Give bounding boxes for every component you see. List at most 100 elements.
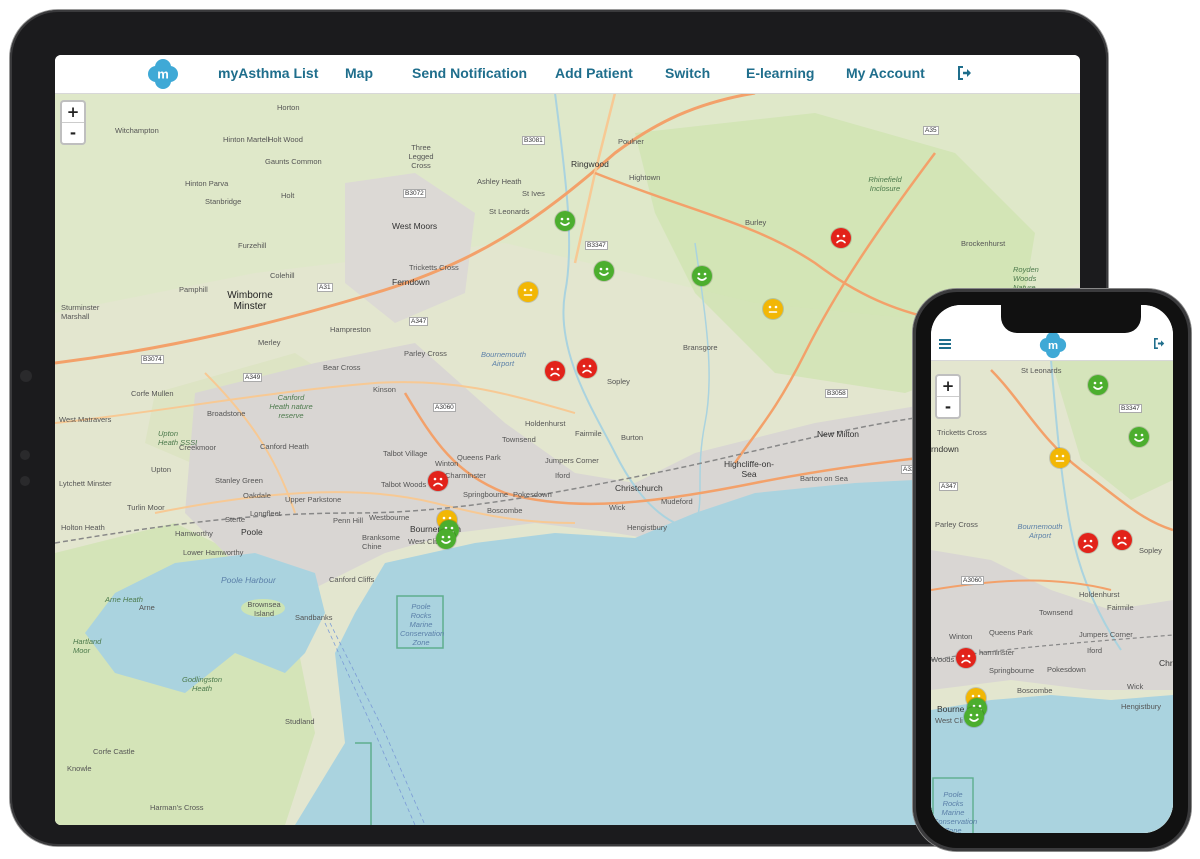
map-label: Holdenhurst xyxy=(525,419,566,428)
map-label: West Cli xyxy=(935,716,963,725)
map-label: Upton xyxy=(151,465,172,474)
nav-e-learning[interactable]: E-learning xyxy=(746,65,814,81)
poor-face-icon xyxy=(961,654,971,664)
good-face-icon xyxy=(969,713,979,722)
map-label: Queens Park xyxy=(989,628,1033,637)
map-label: Turlin Moor xyxy=(127,503,165,512)
road-label: B3074 xyxy=(141,355,164,364)
map-label: Hamworthy xyxy=(175,529,213,538)
map-label: Pokesdown xyxy=(513,490,552,499)
moderate-face-icon xyxy=(768,305,778,313)
patient-marker[interactable] xyxy=(545,361,565,381)
nav-switch[interactable]: Switch xyxy=(665,65,710,81)
moderate-face-icon xyxy=(523,288,533,296)
zoom-in-button[interactable]: + xyxy=(937,376,959,396)
road-label: A347 xyxy=(409,317,429,326)
good-face-icon xyxy=(441,535,451,544)
map-label: Parley Cross xyxy=(404,349,447,358)
map-label: Springbourne xyxy=(463,490,509,499)
patient-marker[interactable] xyxy=(964,707,984,727)
map-label: Wick xyxy=(609,503,626,512)
map-label: Horton xyxy=(277,103,300,112)
map-label: Three Legged Cross xyxy=(408,143,434,170)
map-label: Poole Rocks Marine Conservation Zone xyxy=(400,602,445,647)
map-label: Woods xyxy=(931,655,955,664)
patient-marker[interactable] xyxy=(956,648,976,668)
patient-marker[interactable] xyxy=(763,299,783,319)
phone-screen: m St Leonards B3347 Tricketts Cross rndo… xyxy=(931,305,1173,833)
map-label: rndown xyxy=(931,444,959,454)
nav-my-account[interactable]: My Account xyxy=(846,65,925,81)
map-label: Sterte xyxy=(225,515,246,524)
patient-marker[interactable] xyxy=(1088,375,1108,395)
patient-marker[interactable] xyxy=(428,471,448,491)
map-label: Oakdale xyxy=(243,491,271,500)
nav-add-patient[interactable]: Add Patient xyxy=(555,65,633,81)
nav-myasthma-list[interactable]: myAsthma List xyxy=(218,65,318,81)
map-label: Canford Heath xyxy=(260,442,309,451)
zoom-control: + - xyxy=(935,374,961,419)
map-label: Lytchett Minster xyxy=(59,479,112,488)
map-label-town: Wimborne Minster xyxy=(227,290,273,312)
patient-marker[interactable] xyxy=(1129,427,1149,447)
zoom-out-button[interactable]: - xyxy=(62,122,84,143)
map-label-town: Poole xyxy=(241,527,263,537)
patient-marker[interactable] xyxy=(555,211,575,231)
map-label: Canford Cliffs xyxy=(329,575,375,584)
nav-send-notification[interactable]: Send Notification xyxy=(412,65,527,81)
patient-marker[interactable] xyxy=(436,529,456,549)
zoom-out-button[interactable]: - xyxy=(937,396,959,417)
svg-text:m: m xyxy=(1048,340,1058,352)
map-label: Bournemouth Airport xyxy=(481,350,527,368)
map-label: Knowle xyxy=(67,764,92,773)
phone-notch xyxy=(1001,305,1141,333)
poor-face-icon xyxy=(1117,536,1127,546)
moderate-face-icon xyxy=(1055,454,1065,462)
map-label: Hengistbury xyxy=(627,523,668,532)
map-label: St Leonards xyxy=(1021,366,1062,375)
map-label: Hinton Parva xyxy=(185,179,229,188)
map-label: Winton xyxy=(435,459,459,468)
hamburger-menu-icon[interactable] xyxy=(939,339,951,349)
patient-marker[interactable] xyxy=(594,261,614,281)
map-label: Boscombe xyxy=(487,506,523,515)
mobile-map-view[interactable]: St Leonards B3347 Tricketts Cross rndown… xyxy=(931,360,1173,833)
zoom-in-button[interactable]: + xyxy=(62,102,84,122)
road-label: A3060 xyxy=(961,576,984,585)
poor-face-icon xyxy=(1083,539,1093,549)
map-label: Talbot Woods xyxy=(381,480,427,489)
map-label: Burley xyxy=(745,218,767,227)
nav-map[interactable]: Map xyxy=(345,65,373,81)
map-label: Fairmile xyxy=(1107,603,1134,612)
patient-marker[interactable] xyxy=(577,358,597,378)
map-label: Poulner xyxy=(618,137,644,146)
map-label: St Leonards xyxy=(489,207,530,216)
map-label: Studland xyxy=(285,717,315,726)
patient-marker[interactable] xyxy=(831,228,851,248)
map-label: Penn Hill xyxy=(333,516,364,525)
map-label: Hengistbury xyxy=(1121,702,1162,711)
map-label: Lower Hamworthy xyxy=(183,548,244,557)
patient-marker[interactable] xyxy=(1050,448,1070,468)
zoom-control: + - xyxy=(60,100,86,145)
patient-marker[interactable] xyxy=(1112,530,1132,550)
map-label: Townsend xyxy=(1039,608,1073,617)
map-label: Sopley xyxy=(1139,546,1162,555)
map-label: Witchampton xyxy=(115,126,159,135)
road-label: A349 xyxy=(243,373,263,382)
logout-icon[interactable] xyxy=(1153,338,1166,349)
patient-marker[interactable] xyxy=(692,266,712,286)
map-label: Canford Heath nature reserve xyxy=(269,393,313,420)
map-label: Hartland Moor xyxy=(73,637,102,655)
logout-icon[interactable] xyxy=(957,66,973,80)
road-label: A347 xyxy=(939,482,959,491)
patient-marker[interactable] xyxy=(518,282,538,302)
map-label: Furzehill xyxy=(238,241,267,250)
myasthma-logo-icon[interactable]: m xyxy=(1039,331,1067,359)
svg-text:m: m xyxy=(157,67,169,82)
patient-marker[interactable] xyxy=(1078,533,1098,553)
myasthma-logo-icon[interactable]: m xyxy=(147,58,179,90)
map-label: Holdenhurst xyxy=(1079,590,1120,599)
map-label: Talbot Village xyxy=(383,449,428,458)
map-label: Bourne xyxy=(937,704,965,714)
